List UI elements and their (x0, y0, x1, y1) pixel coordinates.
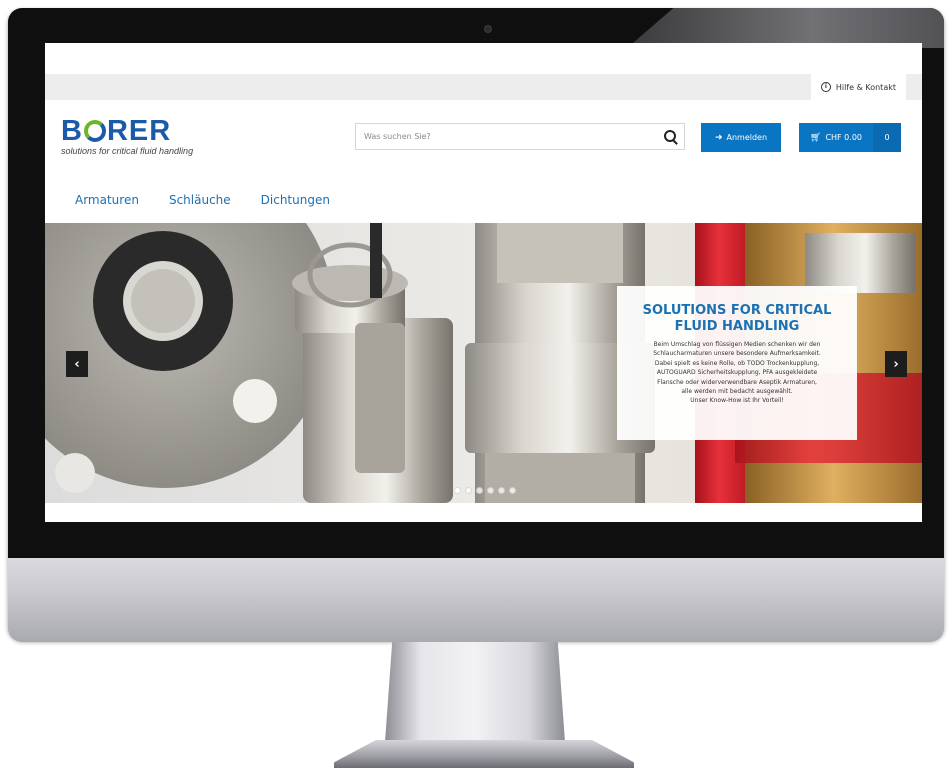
hero-text-line: Beim Umschlag von flüssigen Medien schen… (653, 341, 821, 348)
cart-button[interactable]: 🛒︎ CHF 0.00 0 (799, 123, 901, 152)
search-icon[interactable] (658, 124, 684, 150)
logo-o-mark (83, 120, 106, 142)
screen-glare (627, 8, 944, 48)
cart-total: 🛒︎ CHF 0.00 (799, 123, 873, 152)
sign-in-icon: ➜ (714, 132, 723, 143)
hero-text: Beim Umschlag von flüssigen Medien schen… (623, 340, 851, 406)
content-strip (45, 503, 922, 522)
slider-dots (454, 487, 516, 494)
cart-total-label: CHF 0.00 (825, 133, 862, 142)
hero-text-line: Flansche oder widerverwendbare Aseptik A… (657, 378, 817, 386)
chevron-right-icon: › (893, 356, 899, 372)
hero-title: SOLUTIONS FOR CRITICAL FLUID HANDLING (642, 303, 832, 334)
slider-prev-button[interactable]: ‹ (66, 351, 88, 377)
info-circle-icon: i (820, 82, 831, 92)
help-contact-label: Hilfe & Kontakt (835, 82, 896, 92)
hero-text-line: Dabei spielt es keine Rolle, ob TODO Tro… (654, 359, 820, 367)
webcam (484, 25, 492, 33)
search-input[interactable] (356, 124, 658, 149)
login-label: Anmelden (726, 133, 768, 142)
slider-dot[interactable] (487, 487, 494, 494)
nav-item-armaturen[interactable]: Armaturen (75, 193, 139, 207)
hero-text-line: AUTOGUARD Sicherheitskupplung, PFA ausge… (656, 369, 818, 377)
hero-text-line: alle werden mit bedacht ausgewählt. (681, 388, 793, 396)
monitor-chin (8, 558, 944, 642)
website-screen: i Hilfe & Kontakt B RER solutions for cri… (45, 43, 922, 522)
main-nav: Armaturen Schläuche Dichtungen (75, 193, 330, 207)
cart-count-badge: 0 (873, 123, 901, 152)
nav-item-dichtungen[interactable]: Dichtungen (261, 193, 330, 207)
borer-logo[interactable]: B RER solutions for critical fluid handli… (61, 115, 194, 157)
slider-dot[interactable] (465, 487, 472, 494)
hero-text-line: Unser Know-How ist Ihr Vorteil! (690, 397, 784, 405)
monitor-stand-base (334, 740, 634, 768)
hero-caption-box: SOLUTIONS FOR CRITICAL FLUID HANDLING Be… (617, 286, 857, 440)
nav-item-schlaeuche[interactable]: Schläuche (169, 193, 231, 207)
slider-dot[interactable] (454, 487, 461, 494)
top-bar: i Hilfe & Kontakt (45, 74, 922, 100)
help-contact-link[interactable]: i Hilfe & Kontakt (810, 74, 906, 100)
slider-next-button[interactable]: › (885, 351, 907, 377)
logo-wordmark: B RER (61, 115, 172, 147)
search-box (355, 123, 685, 150)
slider-dot[interactable] (476, 487, 483, 494)
logo-tagline: solutions for critical fluid handling (61, 146, 194, 156)
shopping-cart-icon: 🛒︎ (810, 132, 822, 143)
hero-slider: SOLUTIONS FOR CRITICAL FLUID HANDLING Be… (45, 223, 922, 503)
slider-dot[interactable] (498, 487, 505, 494)
monitor-stand (385, 642, 565, 742)
chevron-left-icon: ‹ (74, 356, 80, 372)
slider-dot[interactable] (509, 487, 516, 494)
login-button[interactable]: ➜ Anmelden (701, 123, 781, 152)
hero-text-line: Schlaucharmaturen unsere besondere Aufme… (653, 350, 821, 358)
